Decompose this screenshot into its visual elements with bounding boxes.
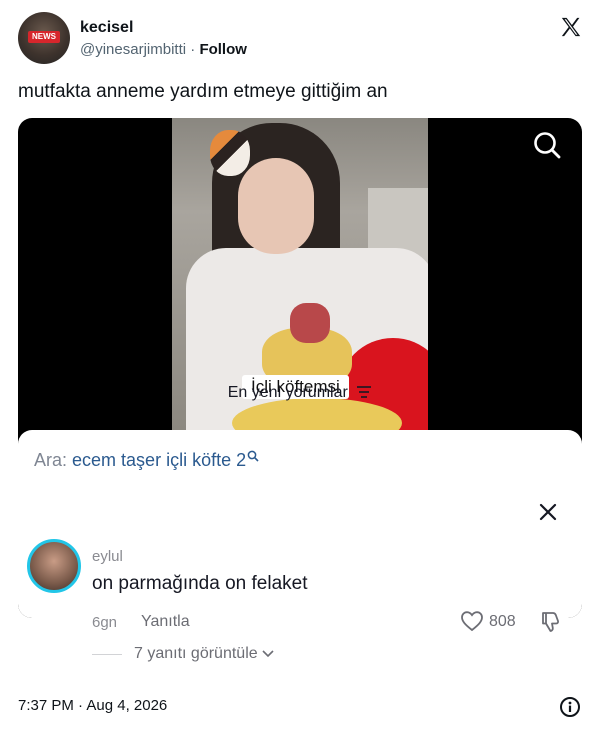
author-handle-line: @yinesarjimbitti · Follow: [80, 41, 247, 58]
tweet-header: NEWS kecisel @yinesarjimbitti · Follow: [18, 12, 582, 68]
comment-text: on parmağında on felaket: [92, 573, 308, 594]
commenter-avatar[interactable]: [27, 539, 81, 593]
author-handle[interactable]: @yinesarjimbitti: [80, 41, 186, 58]
replies-divider: [92, 654, 122, 655]
tweet-timestamp[interactable]: 7:37 PM · Aug 4, 2026: [18, 697, 167, 714]
author-avatar[interactable]: NEWS: [18, 12, 70, 64]
view-replies-link[interactable]: 7 yanıtı görüntüle: [134, 645, 274, 663]
close-icon[interactable]: [538, 502, 558, 522]
comments-title: En yeni yorumlar: [227, 384, 348, 401]
filter-icon[interactable]: [356, 385, 372, 399]
follow-button[interactable]: Follow: [199, 41, 247, 58]
tweet-text: mutfakta anneme yardım etmeye gittiğim a…: [18, 81, 388, 102]
comment-age: 6gn: [92, 614, 118, 631]
heart-icon[interactable]: [460, 610, 484, 632]
search-small-icon: [247, 450, 259, 462]
author-name[interactable]: kecisel: [80, 19, 133, 37]
search-prefix: Ara:: [34, 450, 68, 470]
video-person-face: [238, 158, 314, 254]
info-icon[interactable]: [559, 696, 581, 718]
search-icon[interactable]: [532, 130, 562, 160]
x-logo-icon[interactable]: [560, 16, 582, 38]
guinea-pig-hair-clip: [210, 130, 250, 176]
chevron-down-icon: [262, 650, 274, 658]
comment-username[interactable]: eylul: [92, 548, 123, 565]
comments-header: En yeni yorumlar: [0, 384, 600, 402]
avatar-badge: NEWS: [28, 31, 60, 43]
reply-button[interactable]: Yanıtla: [141, 613, 190, 631]
video-meat: [290, 303, 330, 343]
search-suggestion[interactable]: Ara: ecem taşer içli köfte 2: [34, 450, 259, 471]
separator: ·: [190, 41, 196, 58]
like-count: 808: [489, 613, 516, 630]
tweet-media[interactable]: İçli köftemsi Ara: ecem taşer içli köfte…: [18, 118, 582, 618]
view-replies-label: 7 yanıtı görüntüle: [134, 645, 258, 662]
dislike-icon[interactable]: [539, 610, 563, 634]
search-query[interactable]: ecem taşer içli köfte 2: [72, 450, 246, 470]
